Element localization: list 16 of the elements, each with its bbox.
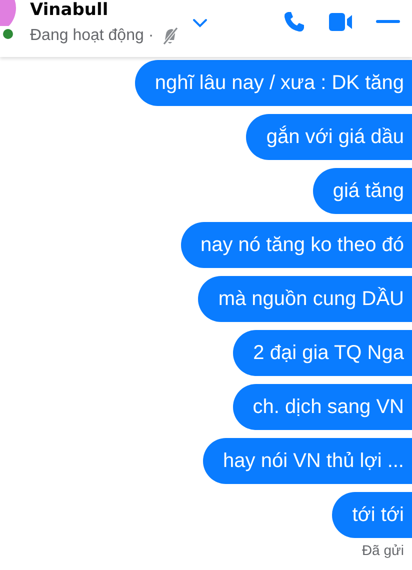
message-bubble: tới tới — [332, 492, 412, 538]
message-bubble: nay nó tăng ko theo đó — [180, 222, 412, 268]
message-bubble: giá tăng — [312, 168, 412, 214]
message-bubble: nghĩ lâu nay / xưa : DK tăng — [134, 60, 412, 106]
phone-icon[interactable] — [282, 10, 306, 34]
status-text: Đang hoạt động · — [30, 27, 154, 45]
message-bubble: 2 đại gia TQ Nga — [233, 330, 412, 376]
message-bubble: mà nguồn cung DẦU — [198, 276, 412, 322]
contact-name[interactable]: Vinabull — [30, 0, 180, 20]
video-camera-icon[interactable] — [328, 11, 354, 33]
chevron-down-icon[interactable] — [192, 18, 208, 28]
message-bubble: ch. dịch sang VN — [232, 384, 412, 430]
message-bubble: gắn với giá dầu — [246, 114, 412, 160]
minimize-icon[interactable] — [376, 20, 400, 24]
message-bubble: hay nói VN thủ lợi ... — [203, 438, 412, 484]
sent-status: Đã gửi — [362, 542, 404, 558]
